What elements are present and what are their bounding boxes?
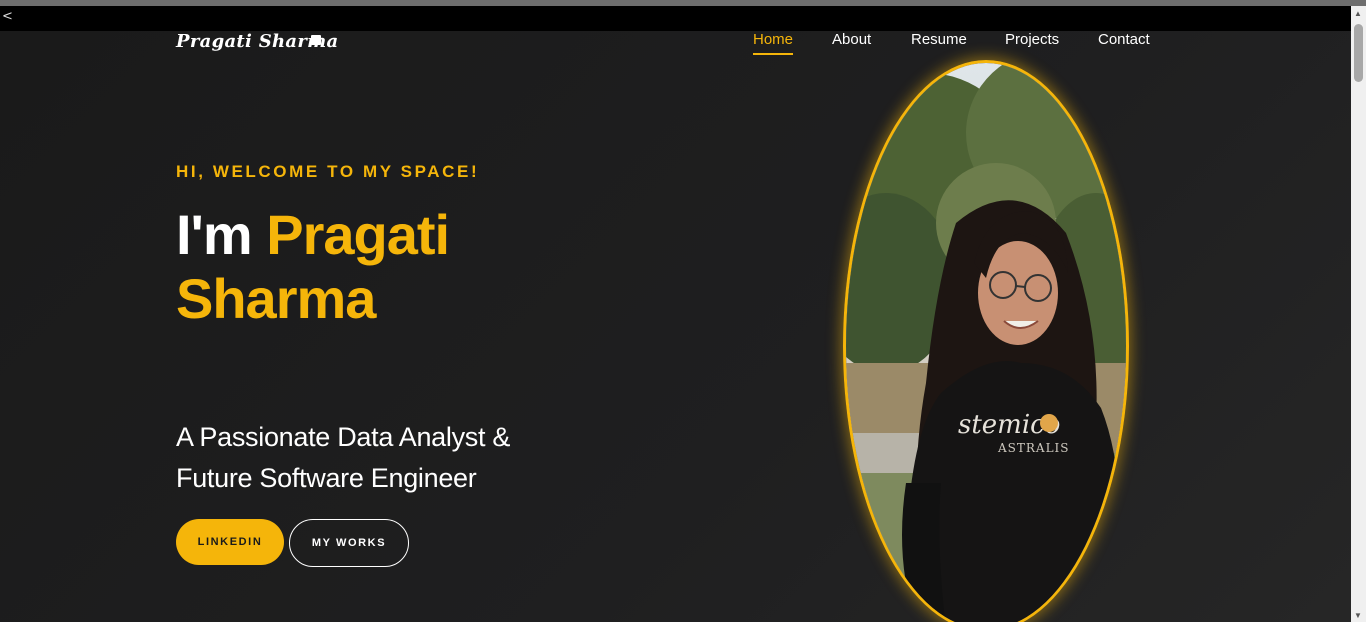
scroll-down-arrow-icon[interactable]: ▼ xyxy=(1354,611,1362,620)
my-works-button[interactable]: MY WORKS xyxy=(289,519,409,567)
scrollbar[interactable]: ▲ ▼ xyxy=(1351,6,1366,622)
hero-greeting: HI, WELCOME TO MY SPACE! xyxy=(176,162,480,181)
page: Pragati Sharma Home About Resume Project… xyxy=(0,31,1351,622)
scroll-thumb[interactable] xyxy=(1354,24,1363,82)
nav-resume[interactable]: Resume xyxy=(911,31,967,48)
back-arrow-icon[interactable]: < xyxy=(2,9,13,24)
nav-active-underline xyxy=(753,53,794,55)
nav-projects[interactable]: Projects xyxy=(1005,31,1059,48)
profile-photo: stemico ASTRALIS xyxy=(843,60,1129,622)
theme-toggle-icon[interactable] xyxy=(311,35,321,45)
hero-name-last: Sharma xyxy=(176,267,376,330)
nav-about[interactable]: About xyxy=(832,31,871,48)
hero-subtitle-line1: A Passionate Data Analyst & xyxy=(176,422,511,452)
hero-subtitle-line2: Future Software Engineer xyxy=(176,463,477,493)
nav-home-label: Home xyxy=(753,31,794,48)
nav-contact[interactable]: Contact xyxy=(1098,31,1150,48)
hero-headline: I'm Pragati Sharma xyxy=(176,203,450,331)
hero-intro: I'm xyxy=(176,203,253,266)
hero-name-first: Pragati xyxy=(266,203,450,266)
scroll-up-arrow-icon[interactable]: ▲ xyxy=(1354,9,1362,18)
shirt-print-sub: ASTRALIS xyxy=(997,441,1070,455)
browser-bar: < xyxy=(0,6,1351,31)
linkedin-button[interactable]: LINKEDIN xyxy=(176,519,284,565)
nav-home[interactable]: Home xyxy=(753,31,794,55)
hero-subtitle: A Passionate Data Analyst & Future Softw… xyxy=(176,417,596,499)
